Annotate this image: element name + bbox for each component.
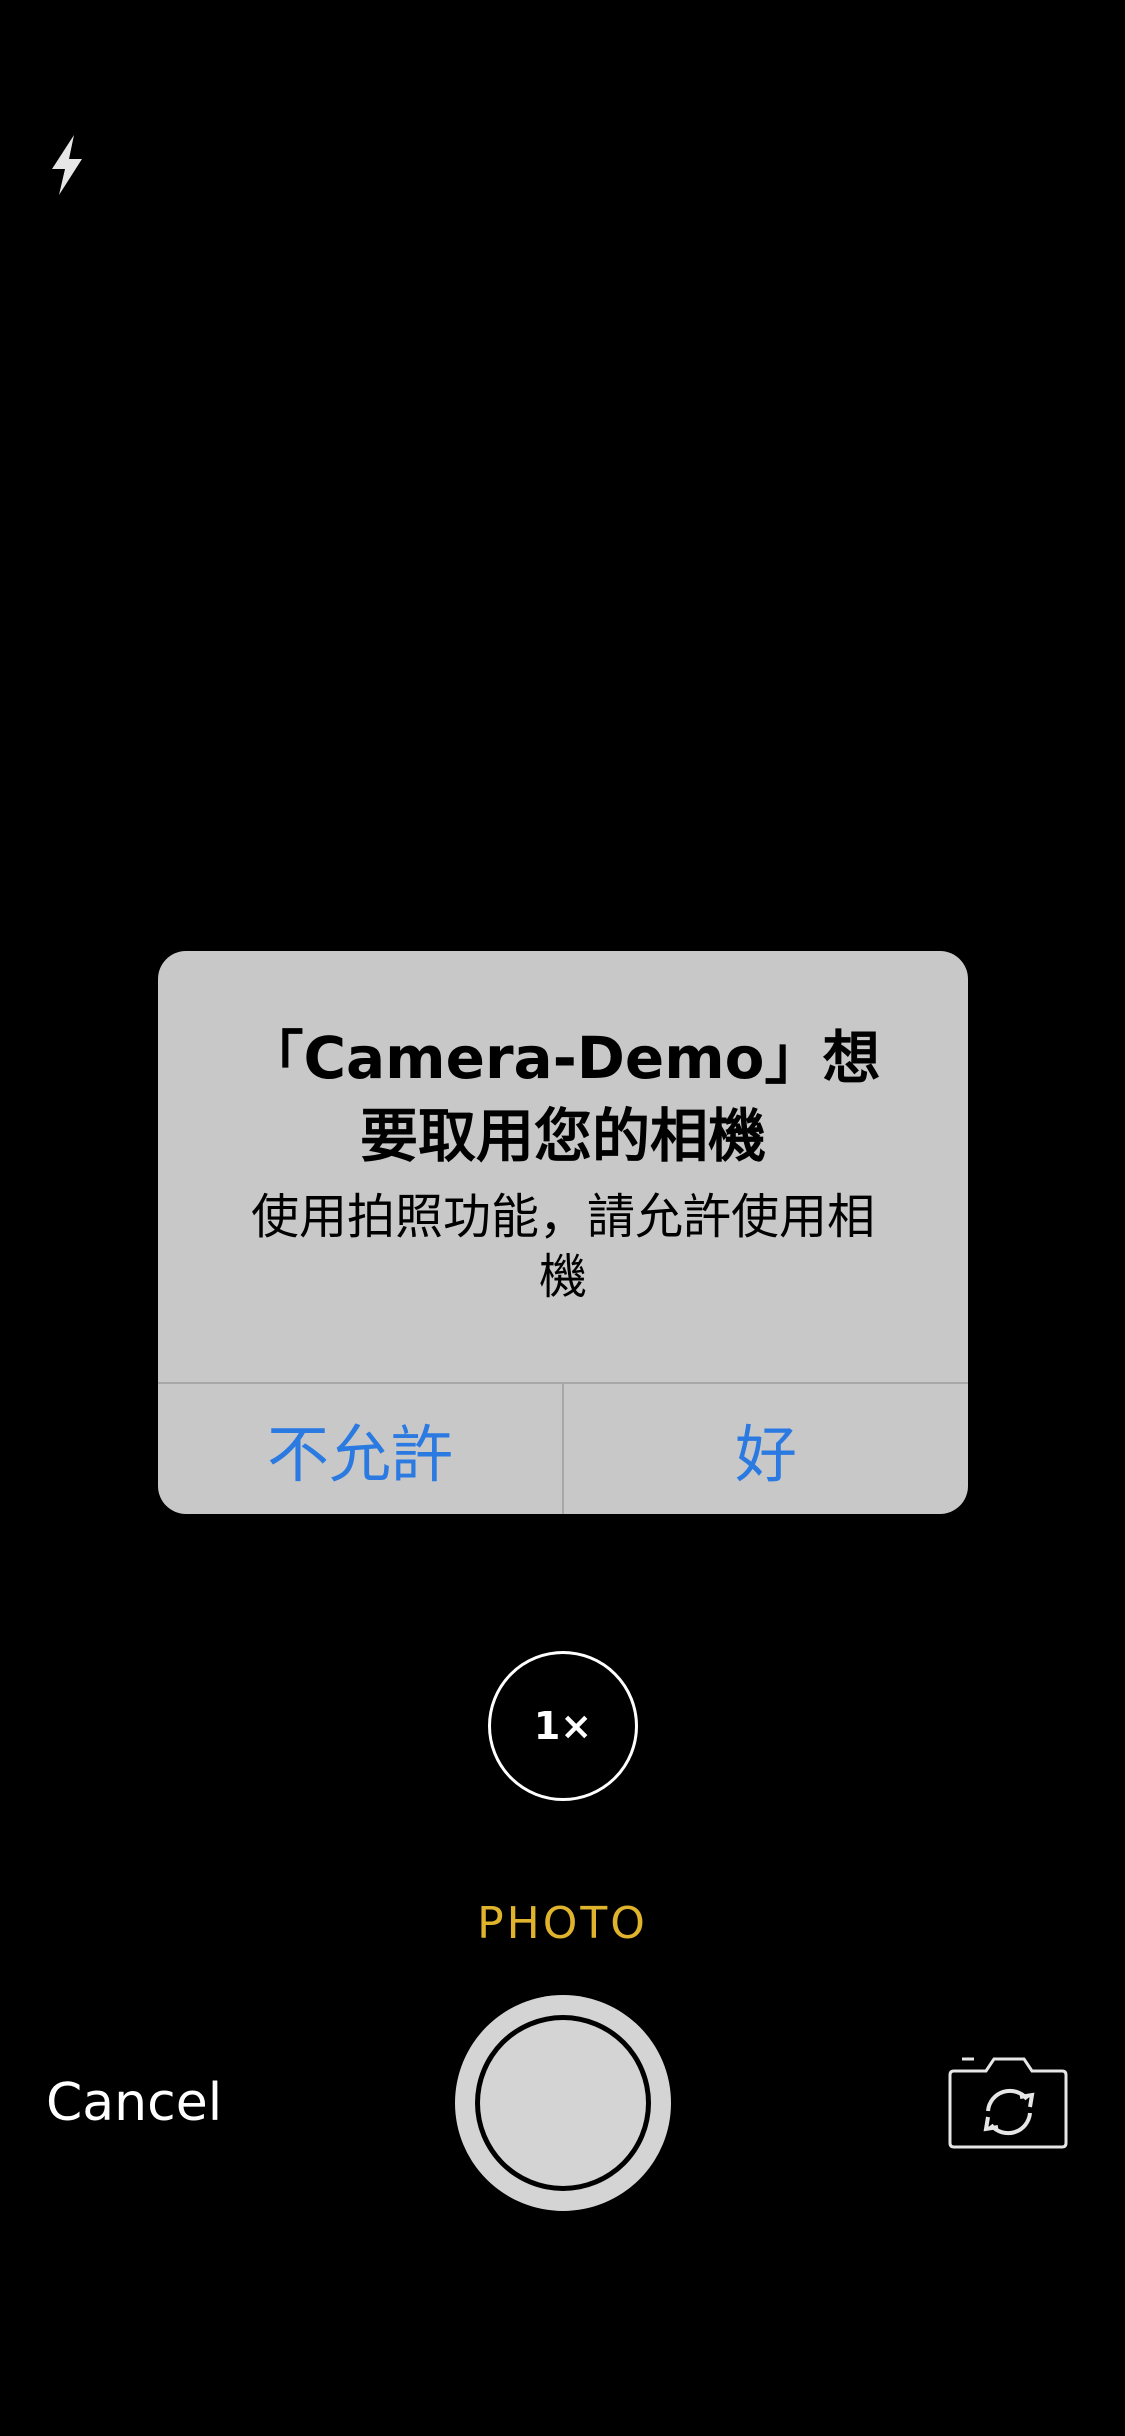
alert-body: 「Camera-Demo」想要取用您的相機 使用拍照功能，請允許使用相機 xyxy=(158,951,968,1382)
zoom-button[interactable]: 1× xyxy=(488,1651,638,1801)
flash-icon xyxy=(52,135,82,195)
shutter-inner xyxy=(480,2020,646,2186)
permission-alert: 「Camera-Demo」想要取用您的相機 使用拍照功能，請允許使用相機 不允許… xyxy=(158,951,968,1514)
shutter-button[interactable] xyxy=(455,1995,671,2211)
deny-button[interactable]: 不允許 xyxy=(158,1384,562,1514)
alert-title: 「Camera-Demo」想要取用您的相機 xyxy=(245,1024,881,1170)
shutter-ring xyxy=(475,2015,651,2191)
mode-photo-label[interactable]: PHOTO xyxy=(0,1898,1125,1949)
camera-flip-icon xyxy=(948,2057,1068,2149)
flip-camera-button[interactable] xyxy=(948,2055,1070,2151)
cancel-button[interactable]: Cancel xyxy=(46,2070,222,2136)
flash-button[interactable] xyxy=(36,125,98,205)
allow-button[interactable]: 好 xyxy=(564,1384,968,1514)
alert-message: 使用拍照功能，請允許使用相機 xyxy=(250,1189,875,1305)
